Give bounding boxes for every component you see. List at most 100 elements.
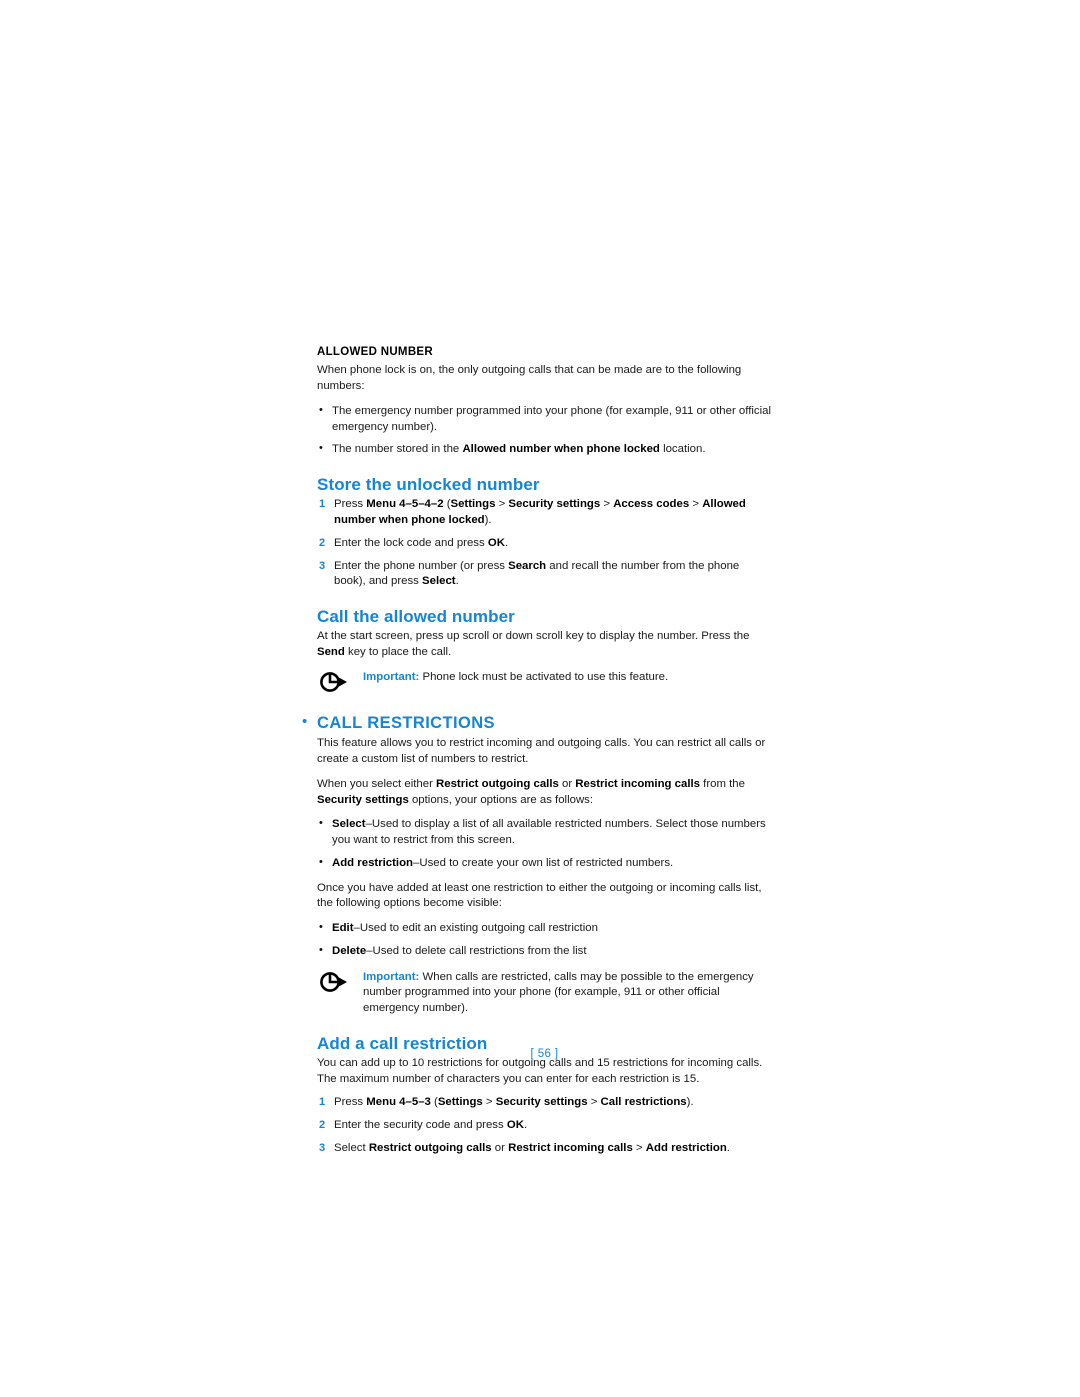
step-bold: OK	[506, 1119, 524, 1132]
list-item: Select–Used to display a list of all ava…	[317, 816, 772, 848]
important-note: Important: When calls are restricted, ca…	[317, 969, 772, 1017]
option-bold: Select	[332, 818, 366, 831]
important-note: Important: Phone lock must be activated …	[317, 669, 772, 694]
add-restriction-intro: You can add up to 10 restrictions for ou…	[317, 1057, 763, 1085]
step-bold: OK	[487, 536, 505, 549]
call-restrictions-options: Select–Used to display a list of all ava…	[317, 816, 772, 872]
step-text: Press	[334, 498, 367, 511]
bullet-text-post: location.	[659, 443, 706, 456]
step-bold: Security settings	[508, 498, 601, 511]
body-bold: Restrict outgoing calls	[436, 777, 559, 790]
call-restrictions-visible-intro: Once you have added at least one restric…	[317, 881, 762, 910]
step-text: >	[495, 498, 509, 511]
call-restrictions-visible-options: Edit–Used to edit an existing outgoing c…	[317, 920, 772, 960]
important-note-text: Important: Phone lock must be activated …	[363, 669, 668, 686]
body-text: options, your options are as follows:	[408, 793, 594, 806]
allowed-number-heading: ALLOWED NUMBER	[317, 346, 433, 358]
step-bold: Search	[508, 559, 547, 572]
list-item: Delete–Used to delete call restrictions …	[317, 943, 772, 960]
step-text: Press	[334, 1096, 367, 1109]
step-text: >	[689, 498, 703, 511]
body-bold: Send	[317, 645, 345, 658]
step-bold: Restrict outgoing calls	[368, 1141, 492, 1154]
call-restrictions-heading: CALL RESTRICTIONS	[317, 713, 495, 732]
step-text: Enter the security code and press	[334, 1119, 507, 1132]
list-item: Press Menu 4–5–4–2 (Settings > Security …	[317, 497, 772, 528]
option-text: –Used to edit an existing outgoing call …	[353, 922, 598, 935]
step-text: .	[504, 536, 509, 549]
call-allowed-body: At the start screen, press up scroll or …	[317, 629, 772, 660]
option-text: –Used to delete call restrictions from t…	[366, 944, 587, 957]
list-item: Select Restrict outgoing calls or Restri…	[317, 1141, 772, 1157]
call-allowed-heading: Call the allowed number	[317, 606, 515, 626]
section-store-unlocked-number: Store the unlocked number Press Menu 4–5…	[317, 474, 772, 590]
body-bold: Restrict incoming calls	[575, 777, 700, 790]
step-text: or	[491, 1141, 509, 1154]
body-bold: Security settings	[317, 793, 409, 806]
important-label: Important:	[363, 970, 420, 983]
manual-page: ALLOWED NUMBER When phone lock is on, th…	[0, 0, 1080, 1397]
step-bold: Select	[422, 575, 456, 588]
step-bold: Add restriction	[645, 1141, 727, 1154]
step-bold: Access codes	[613, 498, 690, 511]
body-text: At the start screen, press up scroll or …	[317, 630, 750, 643]
add-restriction-steps: Press Menu 4–5–3 (Settings > Security se…	[317, 1095, 772, 1156]
option-text: –Used to display a list of all available…	[332, 818, 766, 847]
body-text: When you select either	[317, 777, 437, 790]
step-text: .	[455, 575, 459, 588]
step-bold: Menu 4–5–4–2	[366, 498, 447, 511]
section-call-restrictions: • CALL RESTRICTIONS This feature allows …	[302, 714, 772, 1017]
step-text: >	[600, 498, 614, 511]
section-call-allowed-number: Call the allowed number At the start scr…	[317, 606, 772, 694]
step-text: .	[726, 1141, 730, 1154]
call-restrictions-heading-row: • CALL RESTRICTIONS	[302, 714, 772, 734]
list-item: Add restriction–Used to create your own …	[317, 855, 772, 872]
step-text: .	[523, 1119, 528, 1132]
step-text: Select	[334, 1141, 369, 1154]
step-bold: Menu 4–5–3	[366, 1096, 435, 1109]
store-unlocked-steps: Press Menu 4–5–4–2 (Settings > Security …	[317, 497, 772, 590]
allowed-number-bullet-list: The emergency number programmed into you…	[317, 403, 772, 458]
important-arrow-icon	[319, 969, 363, 994]
body-text: or	[558, 777, 576, 790]
option-text: –Used to create your own list of restric…	[413, 856, 674, 869]
step-text: Enter the phone number (or press	[334, 559, 509, 572]
step-text: ).	[484, 514, 492, 527]
important-note-text: Important: When calls are restricted, ca…	[363, 969, 772, 1017]
step-bold: Settings	[450, 498, 496, 511]
step-text: Enter the lock code and press	[334, 536, 488, 549]
call-restrictions-intro: This feature allows you to restrict inco…	[317, 737, 766, 766]
list-item: Press Menu 4–5–3 (Settings > Security se…	[317, 1095, 772, 1111]
section-bullet-icon: •	[302, 712, 308, 730]
section-allowed-number: ALLOWED NUMBER When phone lock is on, th…	[317, 345, 772, 458]
bullet-bold: Allowed number when phone locked	[462, 443, 660, 456]
step-text: >	[587, 1096, 601, 1109]
page-number: [ 56 ]	[530, 1048, 559, 1060]
option-bold: Delete	[332, 944, 367, 957]
important-label: Important:	[363, 670, 420, 683]
list-item: Enter the phone number (or press Search …	[317, 559, 772, 590]
page-content: ALLOWED NUMBER When phone lock is on, th…	[302, 345, 772, 1166]
step-text: ).	[686, 1096, 694, 1109]
step-bold: Call restrictions	[600, 1096, 687, 1109]
step-bold: Restrict incoming calls	[508, 1141, 633, 1154]
option-bold: Add restriction	[332, 856, 414, 869]
important-arrow-icon	[319, 669, 363, 694]
list-item: The emergency number programmed into you…	[317, 403, 772, 435]
option-bold: Edit	[332, 922, 354, 935]
step-bold: Settings	[437, 1096, 483, 1109]
bullet-text: The emergency number programmed into you…	[332, 404, 771, 433]
step-text: >	[632, 1141, 646, 1154]
bullet-text: The number stored in the	[332, 443, 463, 456]
important-body: Phone lock must be activated to use this…	[419, 670, 669, 683]
list-item: Enter the lock code and press OK.	[317, 536, 772, 552]
body-text: key to place the call.	[344, 645, 452, 658]
step-text: >	[482, 1096, 496, 1109]
list-item: The number stored in the Allowed number …	[317, 441, 772, 458]
step-bold: Security settings	[495, 1096, 588, 1109]
list-item: Enter the security code and press OK.	[317, 1118, 772, 1134]
call-restrictions-select-intro: When you select either Restrict outgoing…	[317, 777, 772, 808]
allowed-number-intro: When phone lock is on, the only outgoing…	[317, 364, 742, 393]
list-item: Edit–Used to edit an existing outgoing c…	[317, 920, 772, 937]
store-unlocked-heading: Store the unlocked number	[317, 475, 540, 495]
